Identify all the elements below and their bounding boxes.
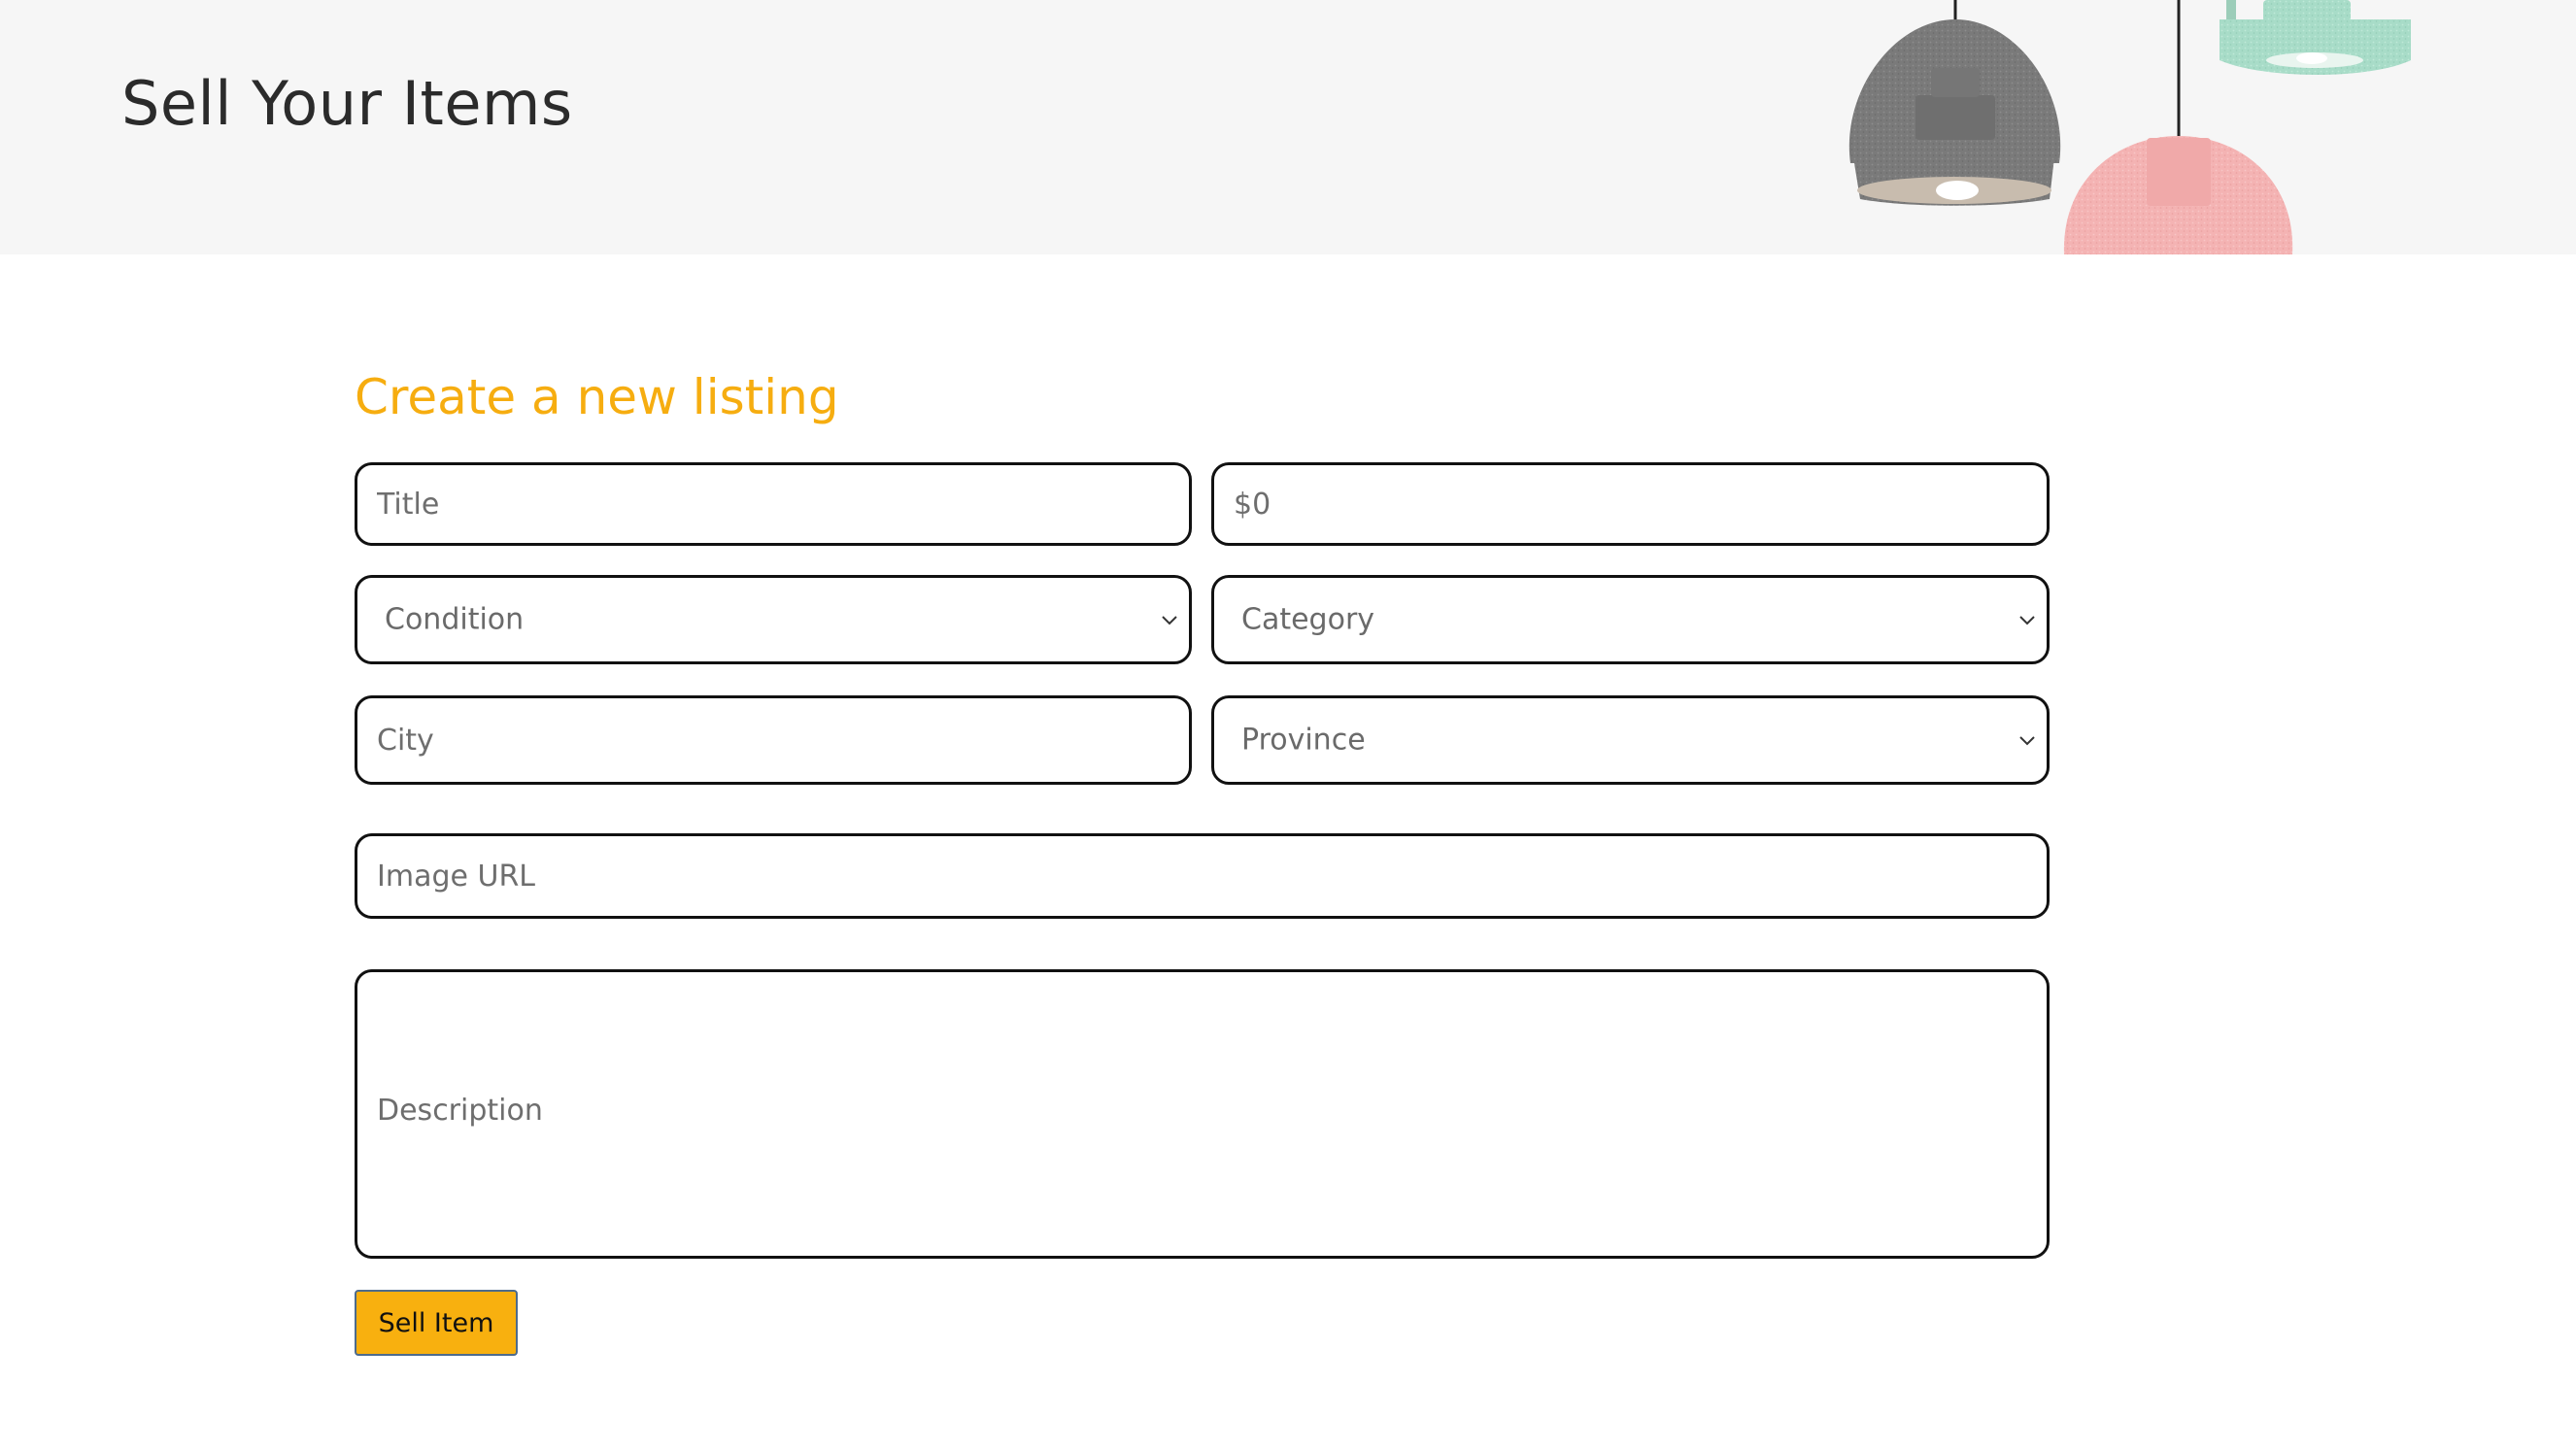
description-wrapper: Description [355, 969, 2050, 1259]
province-select[interactable]: Province [1211, 695, 2050, 785]
category-select[interactable]: Category [1211, 575, 2050, 664]
title-input[interactable] [355, 462, 1192, 546]
chevron-down-icon [2019, 736, 2035, 746]
gray-lamp [1848, 0, 2061, 206]
sell-item-button[interactable]: Sell Item [355, 1290, 518, 1356]
condition-select[interactable]: Condition [355, 575, 1192, 664]
page-title: Sell Your Items [121, 68, 573, 139]
image-url-input[interactable] [355, 833, 2050, 919]
chevron-down-icon [1162, 616, 1177, 625]
province-select-value: Province [1241, 723, 1366, 758]
condition-select-value: Condition [385, 602, 525, 637]
pendant-lamps-illustration [1848, 0, 2411, 254]
form-heading: Create a new listing [355, 369, 839, 425]
listing-form: Create a new listing Condition Category … [355, 359, 2050, 1356]
price-input[interactable] [1211, 462, 2050, 546]
city-input[interactable] [355, 695, 1192, 785]
chevron-down-icon [2019, 616, 2035, 625]
mint-lamp [2220, 0, 2411, 75]
page-header: Sell Your Items [0, 0, 2576, 254]
description-textarea[interactable] [355, 969, 2050, 1259]
category-select-value: Category [1241, 602, 1375, 637]
